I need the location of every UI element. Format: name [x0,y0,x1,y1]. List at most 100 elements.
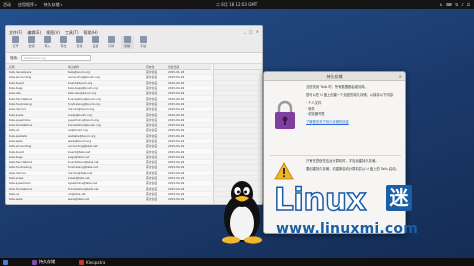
taskbar-item-kleopatra[interactable]: Kleopatra [79,259,106,265]
table-cell: 完全信任 [146,107,158,112]
toolbar-button[interactable]: 导入 [41,36,54,49]
table-cell: 完全信任 [146,96,158,101]
table-cell: 2015-04-29 [168,191,185,196]
toolbar-button[interactable]: 打开 [9,36,22,49]
window-menu[interactable]: 持久存储 ▾ [44,2,63,8]
kleopatra-icon [79,259,84,265]
table-cell: 完全信任 [146,176,158,181]
column-header-validity[interactable]: 有效性 [146,65,168,69]
chevron-down-icon: ▾ [60,2,63,7]
table-cell: tails-foundations [9,160,33,165]
accessibility-icon[interactable]: ♿ [440,2,444,7]
table-cell: 2015-04-29 [168,170,185,175]
toolbar-button[interactable]: 导出 [57,36,70,49]
table-cell: tails-www [9,197,23,202]
warning-text: 只有在您信任这台计算机时，才应创建持久存储。 [306,159,379,163]
column-header-name[interactable]: 名称 [6,65,68,69]
taskbar-item-persistent-storage[interactable]: 持久存储 [32,259,55,265]
toolbar-button[interactable]: 设置 [89,36,102,49]
table-cell: fundraising@tails.net [68,165,98,170]
close-button[interactable]: × [256,29,259,34]
toolbar-button[interactable]: 刷新 [121,36,134,49]
keyboard-icon[interactable]: ⌨ [446,2,452,7]
table-cell: translations@boum.org [68,123,101,128]
toolbar-button[interactable]: 同步 [105,36,118,49]
tux-logo [222,181,262,244]
table-cell: tails-press [9,112,24,117]
search-input[interactable]: tails.boum.org [21,55,92,61]
table-cell: 完全信任 [146,128,158,133]
taskbar: 持久存储 Kleopatra [0,258,474,266]
maximize-button[interactable]: □ [249,29,253,34]
table-cell: 完全信任 [146,186,158,191]
column-header-date[interactable]: 创建日期 [168,65,198,69]
toolbar-label: 打开 [12,44,19,48]
watermark-wordmark: Linux [273,182,367,218]
power-icon[interactable]: ⏻ [467,2,470,7]
table-row[interactable]: tails-www www@tails.net 完全信任 2015-04-29 [6,197,211,203]
table-cell: 2015-04-29 [168,112,185,117]
list-item: · 浏览器书签 [306,111,325,116]
table-cell: board@boum.org [68,80,93,85]
toolbar-label: 刷新 [124,44,131,48]
toolbar-button[interactable]: 查找 [73,36,86,49]
table-cell: foundations@boum.org [68,96,101,101]
toolbar-button[interactable]: 密钥 [25,36,38,49]
window-header: 文件(F) 编辑(E) 视图(V) 工具(T) 帮助(H) 打开 密钥 导入 导… [6,26,262,53]
taskbar-label: Kleopatra [86,259,106,265]
lock-icon [275,100,295,129]
table-cell: tails-fundraising [9,165,32,170]
taskbar-os-button[interactable] [3,259,8,265]
minimize-button[interactable]: _ [244,29,246,34]
learn-more-link[interactable]: 了解更多关于持久存储的信息 [306,120,349,124]
toolbar-label: 设置 [92,44,99,48]
table-cell: 完全信任 [146,101,158,106]
table-cell: 完全信任 [146,191,158,196]
table-cell: tails-accounting [9,144,32,149]
table-cell: press@tails.net [68,176,90,181]
volume-icon[interactable]: ♪ [461,2,464,7]
system-tray[interactable]: ♿ ⌨ ⇅ ♪ ⏻ [440,2,470,7]
table-cell: www@boum.org [68,139,92,143]
key-icon [28,36,35,43]
table-cell: 完全信任 [146,133,158,138]
table-cell: 2015-04-29 [168,75,185,80]
table-cell: tails-mirrors [9,107,26,112]
divider [270,155,401,156]
table-cell: fundraising@boum.org [68,101,100,106]
network-icon[interactable]: ⇅ [455,2,458,7]
toolbar-button[interactable]: 列表 [137,36,150,49]
table-cell: 2015-04-29 [168,197,185,202]
watermark: Linux 迷 www.linuxmi.com [216,178,418,244]
table-cell: tails-weblate [9,133,27,138]
app-menu-label: 应用程序 [18,1,34,7]
app-menu[interactable]: 应用程序 ▾ [18,2,37,8]
chevron-down-icon: ▾ [35,2,37,7]
restart-text: 要创建持久存储，请重新启动计算机并从 U 盘上的 Tails 启动。 [306,167,399,172]
table-cell: 完全信任 [146,160,158,165]
dialog-body: 当您关闭 Tails 时，所有数据都会被清除。 您可以在 U 盘上创建一个加密的… [306,85,401,128]
table-cell: 完全信任 [146,117,158,122]
table-cell: 完全信任 [146,165,158,170]
table-cell: 2015-04-29 [168,128,185,133]
column-header-email[interactable]: 电子邮件 [68,65,146,69]
window-icon [32,259,37,265]
table-cell: 完全信任 [146,86,158,91]
table-cell: tails-dev [9,91,21,96]
table-cell: tails@boum.org [68,70,91,75]
toolbar-label: 列表 [140,44,147,48]
table-cell: 完全信任 [146,70,158,75]
table-cell: ux@boum.org [68,128,88,133]
table-cell: 完全信任 [146,91,158,96]
list-icon [140,36,147,43]
table-cell: sysadmins@tails.net [68,181,97,186]
table-cell: 完全信任 [146,197,158,202]
table-cell: mirrors@boum.org [68,107,95,112]
table-cell: tails-translations [9,186,33,191]
activities-button[interactable]: 活动 [3,2,11,8]
table-cell: weblate@boum.org [68,133,96,138]
clock[interactable]: 二 6月 18 12:03 GMT [216,2,257,8]
close-icon[interactable]: × [399,72,402,81]
table-cell: 2015-04-29 [168,160,185,165]
table-cell: 2015-04-29 [168,154,185,159]
